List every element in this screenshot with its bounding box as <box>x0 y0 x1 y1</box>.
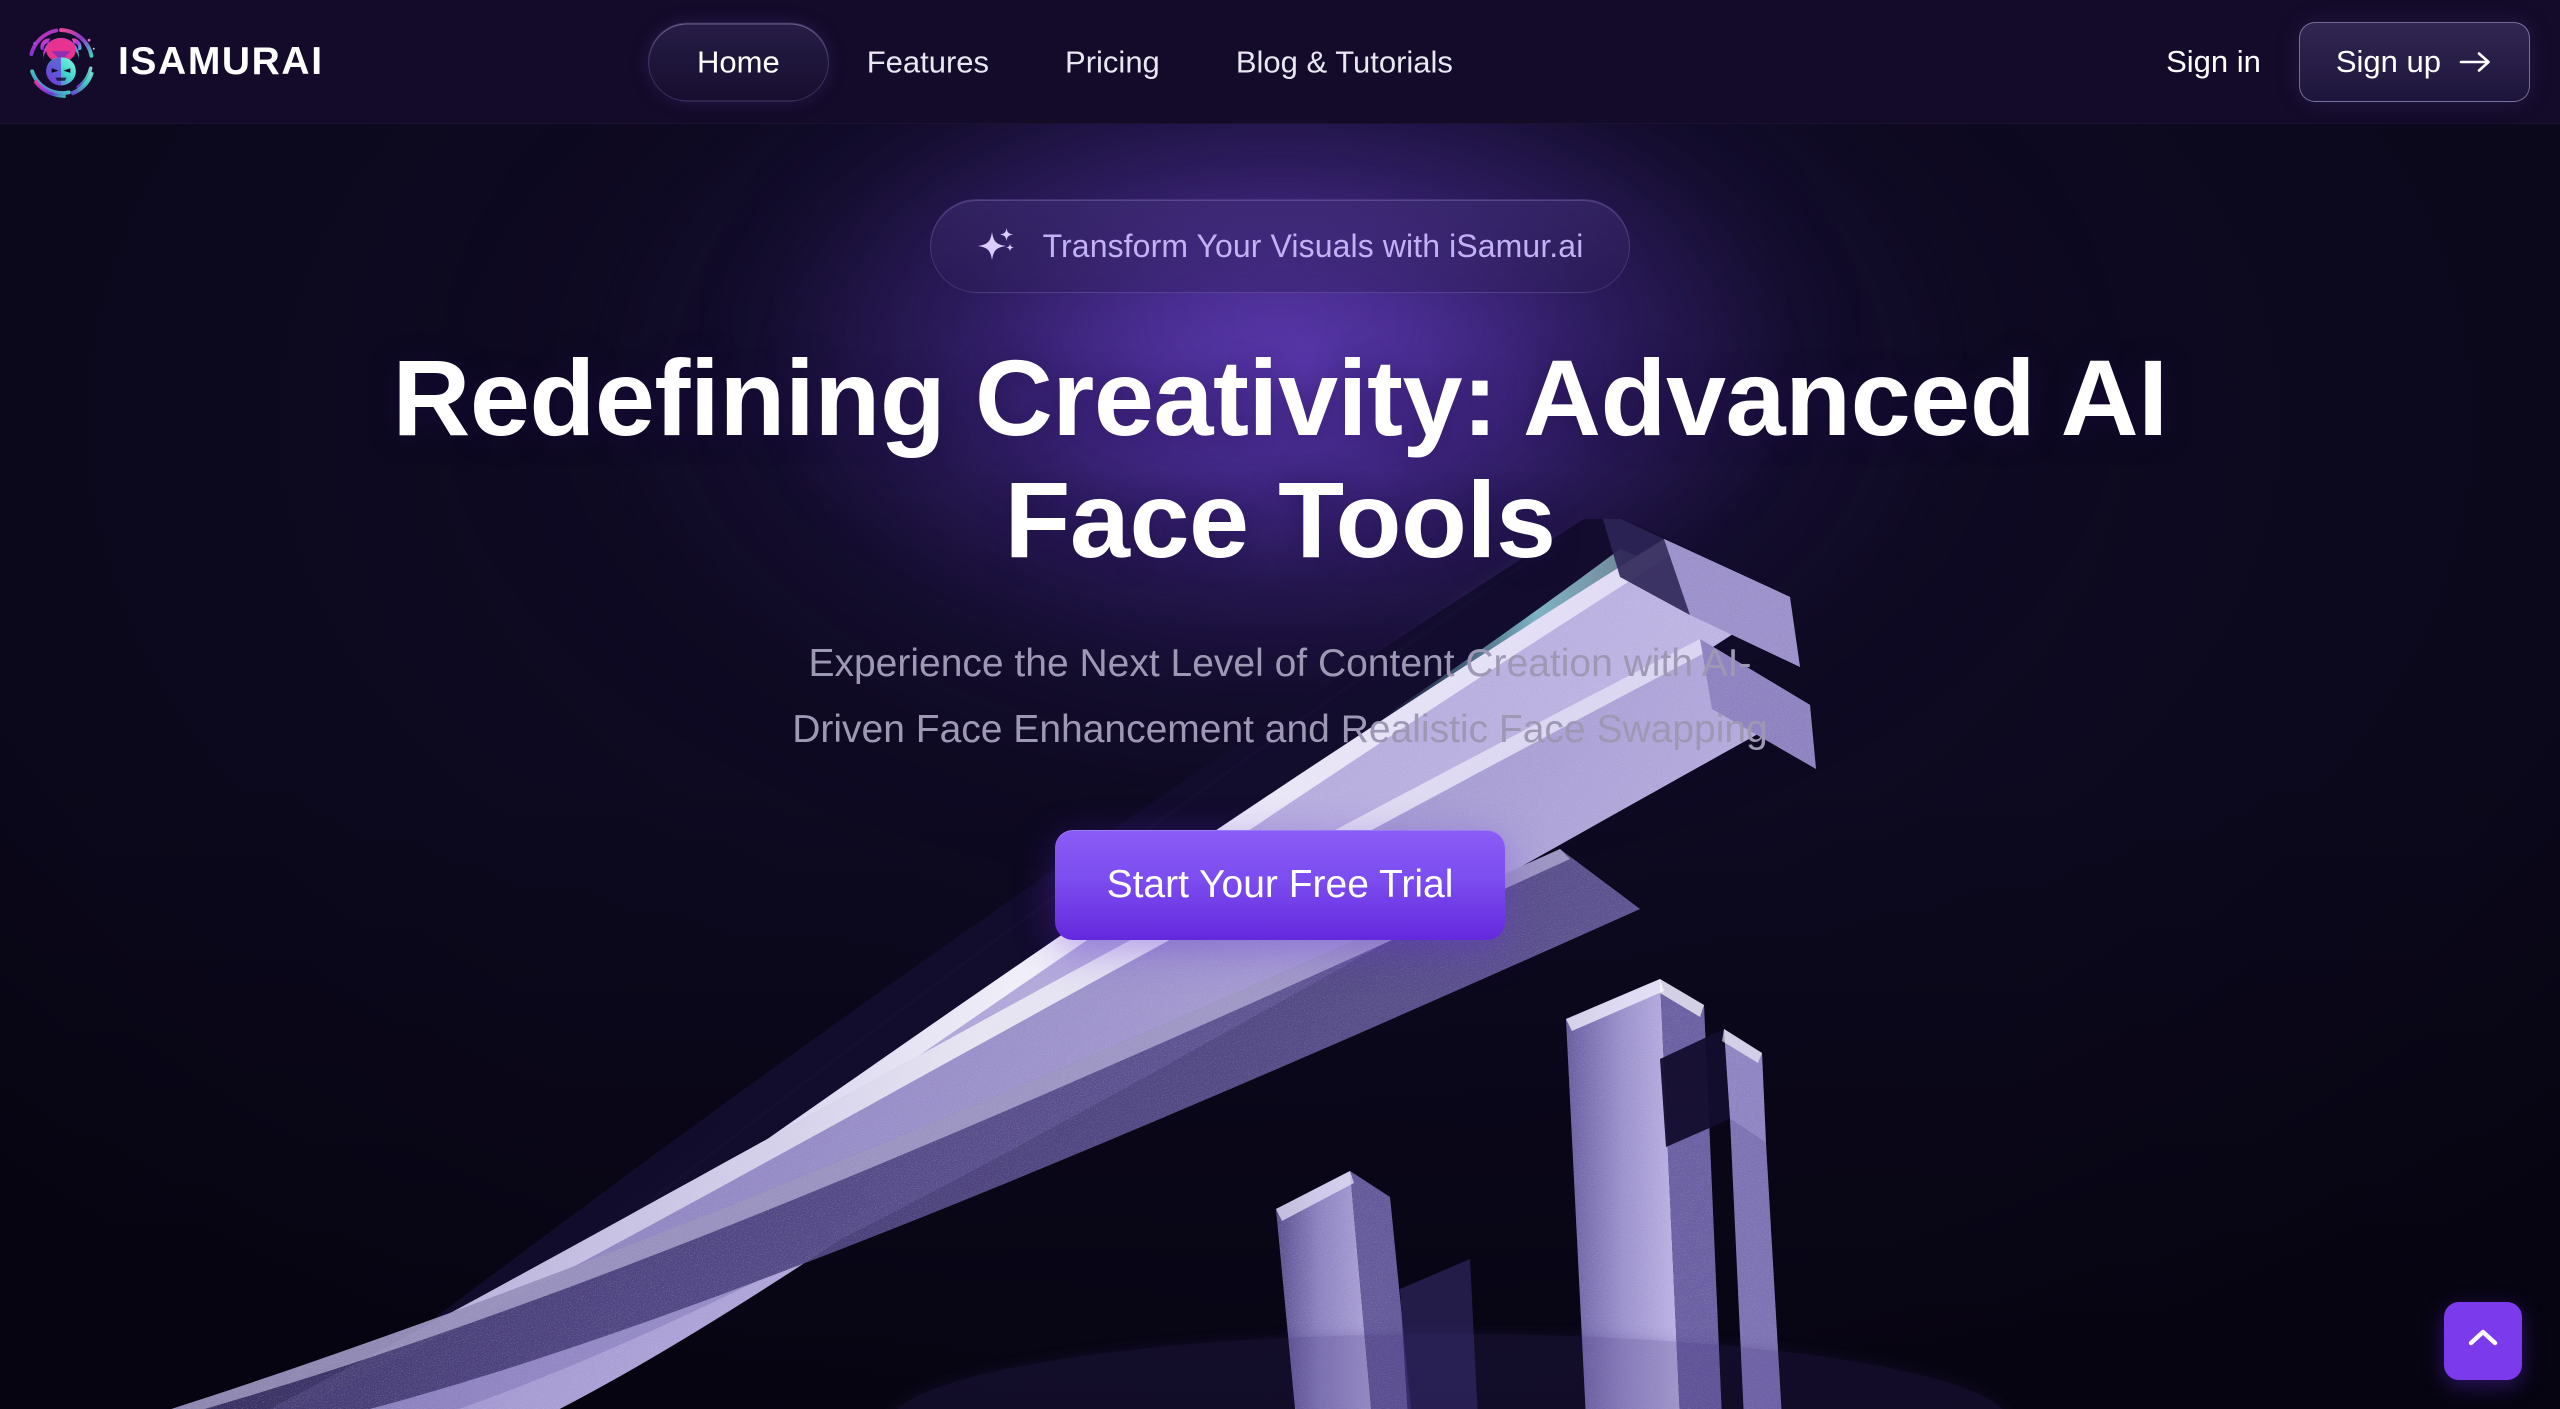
hero-subheadline: Experience the Next Level of Content Cre… <box>680 631 1880 762</box>
page-title: Redefining Creativity: Advanced AI Face … <box>280 337 2280 581</box>
sign-up-label: Sign up <box>2335 43 2441 79</box>
headline-line-1: Redefining Creativity: Advanced AI <box>392 337 2168 458</box>
hero-badge[interactable]: Transform Your Visuals with iSamur.ai <box>929 199 1631 293</box>
landing-page: ISAMURAI Home Features Pricing Blog & Tu… <box>0 0 2560 1409</box>
nav-item-home[interactable]: Home <box>648 22 829 101</box>
subheadline-line-2: Driven Face Enhancement and Realistic Fa… <box>792 707 1768 751</box>
samurai-helmet-icon <box>22 23 100 101</box>
headline-line-2: Face Tools <box>1004 459 1556 581</box>
start-free-trial-button[interactable]: Start Your Free Trial <box>1054 830 1506 941</box>
brand-name: ISAMURAI <box>118 39 324 83</box>
main-navigation: Home Features Pricing Blog & Tutorials <box>648 22 1491 101</box>
sign-in-link[interactable]: Sign in <box>2166 44 2261 80</box>
nav-item-blog-tutorials[interactable]: Blog & Tutorials <box>1198 46 1491 77</box>
scroll-to-top-button[interactable] <box>2444 1302 2522 1380</box>
site-header: ISAMURAI Home Features Pricing Blog & Tu… <box>0 0 2560 124</box>
hero-section: Transform Your Visuals with iSamur.ai Re… <box>0 124 2560 941</box>
sparkle-icon <box>977 224 1021 268</box>
nav-item-pricing[interactable]: Pricing <box>1027 46 1198 77</box>
subheadline-line-1: Experience the Next Level of Content Cre… <box>808 642 1752 686</box>
sign-up-button[interactable]: Sign up <box>2298 21 2530 102</box>
chevron-up-icon <box>2462 1318 2504 1365</box>
arrow-right-icon <box>2459 49 2493 75</box>
hero-badge-text: Transform Your Visuals with iSamur.ai <box>1042 227 1584 264</box>
nav-item-features[interactable]: Features <box>829 46 1027 77</box>
auth-actions: Sign in Sign up <box>2166 21 2530 102</box>
brand-logo[interactable]: ISAMURAI <box>22 23 324 101</box>
